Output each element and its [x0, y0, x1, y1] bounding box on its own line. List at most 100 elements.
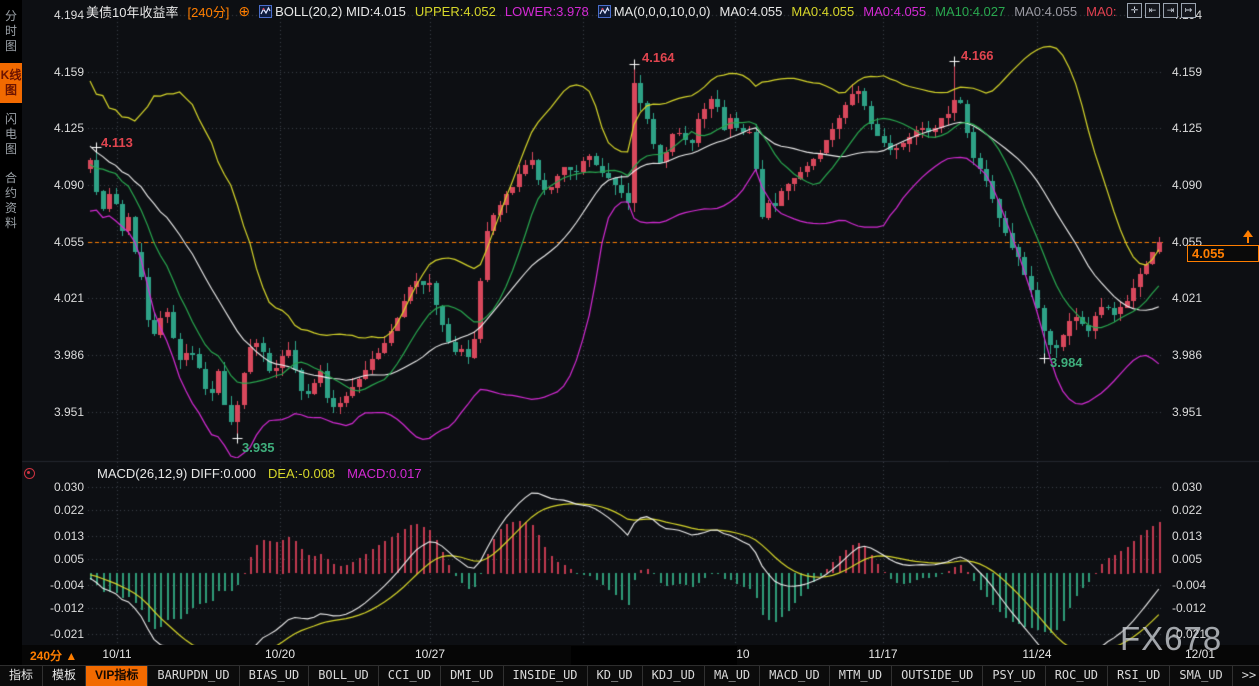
- trading-app-window: 分时图 K线图闪电图合约资料 美债10年收益率 [240分] ⊕ BOLL(20,…: [0, 0, 1259, 685]
- arrow-stem: [1247, 237, 1249, 243]
- tab-barupdn-ud[interactable]: BARUPDN_UD: [148, 666, 239, 686]
- x-axis-row: 240分 ▲ 10/1110/2010/2711/311/1011/1711/2…: [22, 645, 1259, 666]
- current-price-tag: 4.055: [1187, 245, 1259, 262]
- price-tick-right: 3.951: [1172, 405, 1202, 419]
- crosshair-icon[interactable]: ✛: [1127, 3, 1142, 18]
- price-extreme-label: 4.166: [961, 48, 994, 63]
- indicator-readout-8: MA10:4.027: [935, 4, 1005, 19]
- indicator-readout-7: MA0:4.055: [863, 4, 926, 19]
- timeframe-arrow-icon: ▲: [65, 649, 77, 663]
- price-tick-left: 4.125: [36, 121, 84, 135]
- latest-bar-arrow-icon[interactable]: [1243, 230, 1253, 244]
- macd-tick-left: -0.004: [36, 578, 84, 592]
- tab-dmi-ud[interactable]: DMI_UD: [441, 666, 503, 686]
- price-tick-left: 3.986: [36, 348, 84, 362]
- chart-header: 美债10年收益率 [240分] ⊕ BOLL(20,2) MID:4.015 UP…: [86, 3, 1125, 20]
- macd-tick-left: 0.030: [36, 480, 84, 494]
- indicator-readout-10: MA0:: [1086, 4, 1116, 19]
- tab-mtm-ud[interactable]: MTM_UD: [830, 666, 892, 686]
- macd-readout-2: DEA:-0.008: [268, 466, 335, 481]
- macd-panel-icon[interactable]: [24, 468, 35, 479]
- price-tick-left: 4.159: [36, 65, 84, 79]
- tab-bias-ud[interactable]: BIAS_UD: [240, 666, 310, 686]
- price-tick-left: 4.194: [36, 8, 84, 22]
- indicator-readout-5: MA0:4.055: [720, 4, 783, 19]
- indicator-readout-9: MA0:4.055: [1014, 4, 1077, 19]
- add-indicator-icon[interactable]: ⊕: [238, 5, 250, 18]
- macd-tick-right: 0.005: [1172, 552, 1202, 566]
- macd-tick-left: 0.022: [36, 503, 84, 517]
- chart-title: 美债10年收益率: [86, 2, 178, 21]
- macd-readout-3: MACD:0.017: [347, 466, 421, 481]
- sidebar-tab-3[interactable]: 闪电图: [0, 107, 22, 162]
- price-tick-right: 4.159: [1172, 65, 1202, 79]
- tab-kd-ud[interactable]: KD_UD: [588, 666, 643, 686]
- chart-canvas[interactable]: [0, 0, 1259, 685]
- tab-macd-ud[interactable]: MACD_UD: [760, 666, 830, 686]
- date-label: 11/17: [868, 647, 897, 661]
- indicator-legend-icon: [598, 5, 611, 18]
- tab-ma-ud[interactable]: MA_UD: [705, 666, 760, 686]
- tab--[interactable]: >>: [1233, 666, 1259, 686]
- price-tick-left: 4.021: [36, 291, 84, 305]
- price-tick-right: 3.986: [1172, 348, 1202, 362]
- redaction-box: [571, 646, 737, 665]
- price-tick-right: 4.090: [1172, 178, 1202, 192]
- date-label: 11/24: [1022, 647, 1051, 661]
- fit-y-axis-icon[interactable]: ⇤: [1145, 3, 1160, 18]
- date-label: 10/27: [415, 647, 445, 661]
- macd-tick-left: -0.021: [36, 627, 84, 641]
- arrow-head: [1243, 230, 1253, 237]
- price-extreme-label: 4.113: [101, 135, 133, 150]
- macd-tick-left: -0.012: [36, 601, 84, 615]
- indicator-readout-2: UPPER:4.052: [415, 4, 496, 19]
- price-tick-right: 4.021: [1172, 291, 1202, 305]
- indicator-readout-4: MA(0,0,0,10,0,0): [614, 4, 711, 19]
- price-tick-left: 4.055: [36, 235, 84, 249]
- macd-tick-right: 0.022: [1172, 503, 1202, 517]
- price-extreme-label: 3.984: [1050, 355, 1083, 370]
- tab-rsi-ud[interactable]: RSI_UD: [1108, 666, 1170, 686]
- macd-tick-right: -0.004: [1172, 578, 1206, 592]
- tab--[interactable]: 模板: [43, 666, 86, 686]
- tab-inside-ud[interactable]: INSIDE_UD: [504, 666, 588, 686]
- shift-right-icon[interactable]: ↦: [1181, 3, 1196, 18]
- price-extreme-label: 4.164: [642, 50, 675, 65]
- macd-tick-left: 0.013: [36, 529, 84, 543]
- macd-tick-right: -0.012: [1172, 601, 1206, 615]
- sidebar: 分时图 K线图闪电图合约资料: [0, 0, 22, 666]
- timeframe-text: 240分: [30, 649, 62, 663]
- indicator-tab-bar: 指标模板VIP指标BARUPDN_UDBIAS_UDBOLL_UDCCI_UDD…: [0, 665, 1259, 686]
- indicator-readout-1: BOLL(20,2) MID:4.015: [275, 4, 406, 19]
- macd-readouts: MACD(26,12,9) DIFF:0.000 DEA:-0.008 MACD:0…: [97, 466, 434, 481]
- timeframe-label: [240分]: [187, 2, 229, 21]
- sidebar-tab-4[interactable]: 合约资料: [0, 166, 22, 236]
- macd-panel-header: MACD(26,12,9) DIFF:0.000 DEA:-0.008 MACD:0…: [24, 466, 434, 481]
- watermark: FX678: [1120, 620, 1222, 658]
- sidebar-tab-1[interactable]: 分时图: [0, 4, 22, 59]
- fit-x-axis-icon[interactable]: ⇥: [1163, 3, 1178, 18]
- timeframe-selector[interactable]: 240分 ▲: [30, 647, 77, 664]
- tab-vip-[interactable]: VIP指标: [86, 666, 148, 686]
- tab--[interactable]: 指标: [0, 666, 43, 686]
- sidebar-tab-2[interactable]: K线图: [0, 63, 22, 103]
- tab-kdj-ud[interactable]: KDJ_UD: [643, 666, 705, 686]
- tab-boll-ud[interactable]: BOLL_UD: [309, 666, 379, 686]
- price-tick-left: 3.951: [36, 405, 84, 419]
- tab-psy-ud[interactable]: PSY_UD: [983, 666, 1045, 686]
- chart-window-controls: ✛⇤⇥↦: [1127, 3, 1196, 18]
- macd-tick-right: 0.013: [1172, 529, 1202, 543]
- indicator-readout-6: MA0:4.055: [791, 4, 854, 19]
- macd-readout-1: MACD(26,12,9) DIFF:0.000: [97, 466, 256, 481]
- price-extreme-label: 3.935: [242, 440, 275, 455]
- tab-cci-ud[interactable]: CCI_UD: [379, 666, 441, 686]
- indicator-legend-icon: [259, 5, 272, 18]
- tab-roc-ud[interactable]: ROC_UD: [1046, 666, 1108, 686]
- macd-tick-left: 0.005: [36, 552, 84, 566]
- tab-sma-ud[interactable]: SMA_UD: [1170, 666, 1232, 686]
- price-tick-left: 4.090: [36, 178, 84, 192]
- price-tick-right: 4.125: [1172, 121, 1202, 135]
- tab-outside-ud[interactable]: OUTSIDE_UD: [892, 666, 983, 686]
- macd-tick-right: 0.030: [1172, 480, 1202, 494]
- indicator-readout-3: LOWER:3.978: [505, 4, 589, 19]
